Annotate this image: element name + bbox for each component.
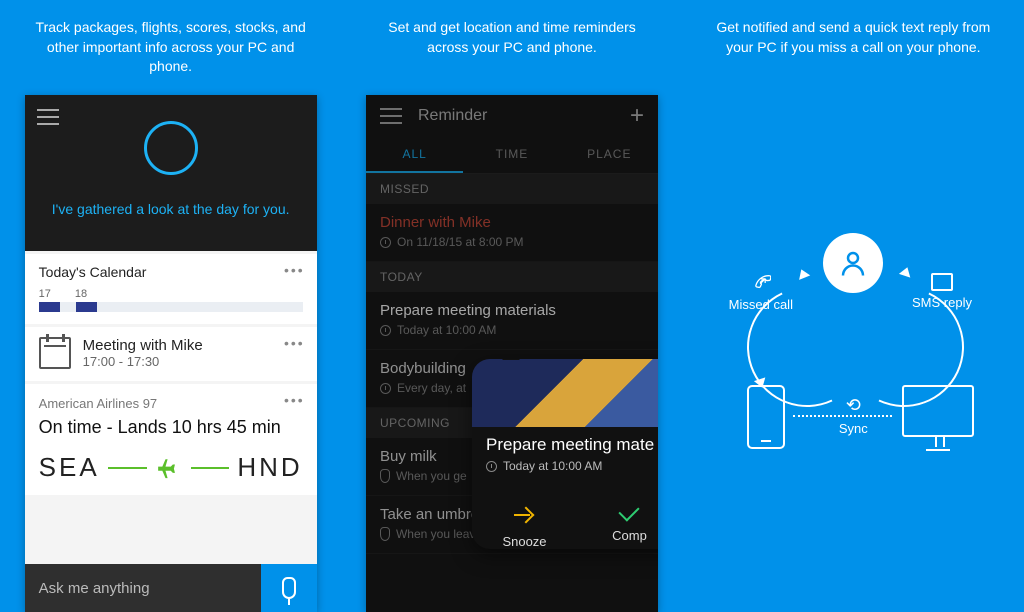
sync-diagram: Missed call SMS reply ⟲ Sync [693, 95, 1014, 612]
flight-carrier: American Airlines 97 [39, 396, 303, 411]
check-icon [619, 500, 640, 521]
more-icon[interactable]: ••• [284, 262, 305, 278]
mic-icon [282, 577, 296, 599]
panel1-caption: Track packages, flights, scores, stocks,… [10, 0, 331, 95]
cortana-ring-icon [144, 121, 198, 175]
plane-icon [155, 454, 183, 482]
hamburger-icon[interactable] [37, 109, 59, 125]
snooze-icon [514, 505, 534, 525]
calendar-card[interactable]: ••• Today's Calendar 17 18 [25, 254, 317, 324]
pc-device-icon [902, 385, 974, 437]
clock-icon [486, 461, 497, 472]
reminders-phone: Reminder + ALL TIME PLACE MISSED Dinner … [366, 95, 658, 612]
snooze-label: Snooze [502, 534, 546, 549]
sms-icon [931, 273, 953, 291]
meeting-card[interactable]: ••• Meeting with Mike 17:00 - 17:30 [25, 327, 317, 381]
calendar-timeline [39, 302, 303, 312]
mic-button[interactable] [261, 564, 317, 612]
calendar-hour-b: 18 [75, 288, 87, 300]
avatar-icon [823, 233, 883, 293]
flight-card[interactable]: ••• American Airlines 97 On time - Lands… [25, 384, 317, 495]
calendar-icon [39, 337, 71, 369]
calendar-card-title: Today's Calendar [39, 264, 303, 280]
meeting-title: Meeting with Mike [83, 337, 203, 354]
reminder-notification: Prepare meeting mate Today at 10:00 AM S… [472, 359, 658, 549]
more-icon[interactable]: ••• [284, 335, 305, 351]
notification-sub: Today at 10:00 AM [503, 459, 602, 473]
panel3-caption: Get notified and send a quick text reply… [693, 0, 1014, 95]
pc-stand-icon [926, 439, 950, 451]
ask-input[interactable]: Ask me anything [25, 580, 261, 597]
arrowhead-icon [795, 267, 809, 280]
notification-art [472, 359, 658, 427]
sync-icon: ⟲ [846, 395, 861, 416]
cortana-subtitle: I've gathered a look at the day for you. [52, 201, 290, 217]
cortana-header: I've gathered a look at the day for you. [25, 95, 317, 251]
meeting-time: 17:00 - 17:30 [83, 354, 203, 369]
complete-button[interactable]: Comp [577, 491, 658, 549]
ask-bar: Ask me anything [25, 564, 317, 612]
notification-title: Prepare meeting mate [486, 435, 658, 455]
sync-dotted-line [793, 415, 892, 417]
cortana-phone: I've gathered a look at the day for you.… [25, 95, 317, 612]
arrowhead-icon [899, 265, 913, 277]
flight-from: SEA [39, 452, 100, 483]
missed-call-icon [751, 273, 771, 293]
more-icon[interactable]: ••• [284, 392, 305, 408]
flight-to: HND [237, 452, 302, 483]
complete-label: Comp [612, 528, 647, 543]
phone-device-icon [747, 385, 785, 449]
panel2-caption: Set and get location and time reminders … [351, 0, 672, 95]
sync-label: Sync [839, 421, 868, 436]
flight-status: On time - Lands 10 hrs 45 min [39, 417, 303, 438]
snooze-button[interactable]: Snooze [472, 491, 577, 549]
calendar-hour-a: 17 [39, 288, 51, 300]
